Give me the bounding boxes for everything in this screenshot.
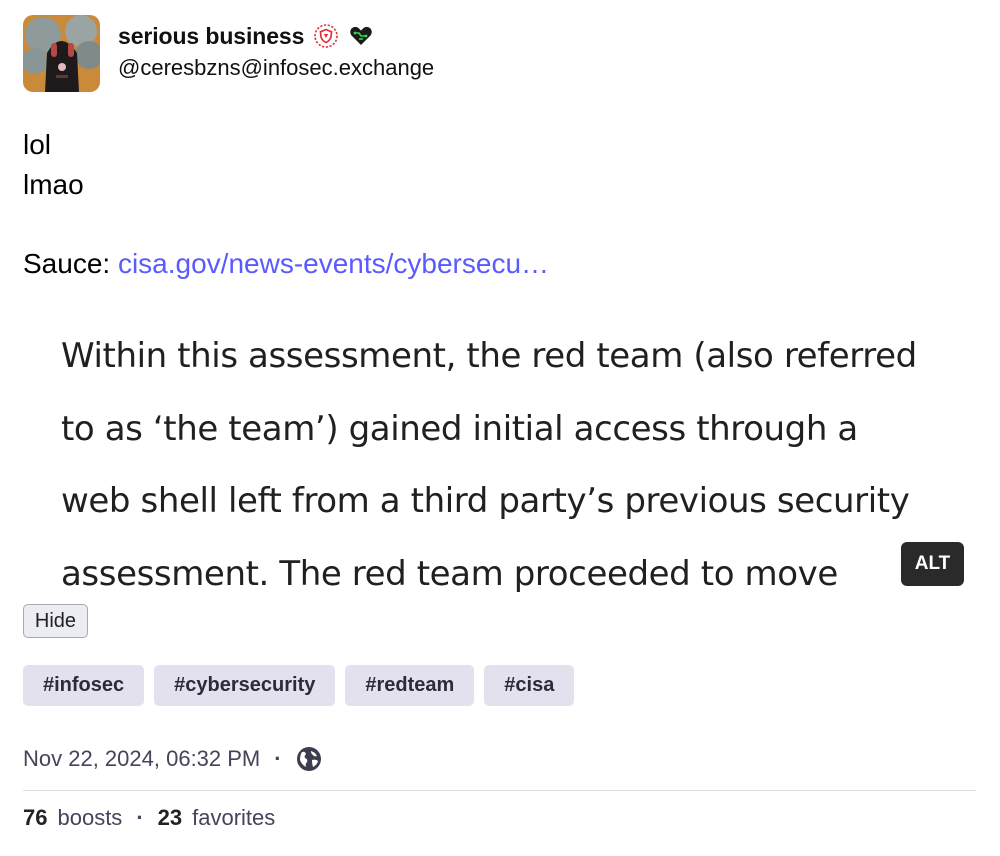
source-label: Sauce:: [23, 248, 111, 279]
post-line: lmao: [23, 169, 84, 200]
post-header: serious business @ceresbzns@infosec.exch…: [23, 15, 434, 95]
media-attachment[interactable]: Within this assessment, the red team (al…: [23, 310, 978, 593]
hashtag-link[interactable]: #redteam: [345, 665, 475, 706]
post-line: lol: [23, 129, 52, 160]
divider: [23, 790, 976, 791]
hide-media-button[interactable]: Hide: [23, 604, 88, 638]
account-handle[interactable]: @ceresbzns@infosec.exchange: [118, 55, 434, 81]
hashtag-link[interactable]: #cybersecurity: [154, 665, 336, 706]
hashtag-link[interactable]: #infosec: [23, 665, 145, 706]
boosts-count: 76: [23, 805, 48, 830]
green-heart-circuit-icon: [348, 23, 374, 49]
avatar[interactable]: [23, 15, 100, 92]
media-text-line: web shell left from a third party’s prev…: [61, 481, 910, 521]
boosts-label: boosts: [57, 805, 123, 830]
media-text-line: assessment. The red team proceeded to mo…: [61, 553, 838, 594]
media-quote-text: Within this assessment, the red team (al…: [61, 320, 961, 593]
separator: ·: [136, 805, 144, 830]
media-text-line: to as ‘the team’) gained initial access …: [61, 408, 858, 449]
globe-icon: [296, 746, 322, 772]
post-meta: Nov 22, 2024, 06:32 PM ·: [23, 746, 322, 772]
alt-button[interactable]: ALT: [901, 542, 964, 586]
favorites-stat[interactable]: 23 favorites: [158, 805, 276, 831]
shield-icon: [313, 23, 339, 49]
favorites-count: 23: [157, 805, 183, 830]
media-text-line: Within this assessment, the red team (al…: [61, 336, 917, 376]
boosts-stat[interactable]: 76 boosts: [23, 805, 122, 831]
post-stats: 76 boosts · 23 favorites: [23, 805, 275, 831]
post-timestamp[interactable]: Nov 22, 2024, 06:32 PM: [23, 746, 260, 772]
source-link[interactable]: cisa.gov/news-events/cybersecu…: [118, 248, 549, 279]
favorites-label: favorites: [192, 805, 276, 830]
post-content: lol lmao Sauce: cisa.gov/news-events/cyb…: [23, 125, 549, 284]
hashtag-bar: #infosec #cybersecurity #redteam #cisa: [23, 665, 575, 706]
separator: ·: [274, 746, 282, 771]
hashtag-link[interactable]: #cisa: [484, 665, 575, 706]
display-name[interactable]: serious business: [118, 23, 304, 50]
source-line: Sauce: cisa.gov/news-events/cybersecu…: [23, 244, 549, 284]
